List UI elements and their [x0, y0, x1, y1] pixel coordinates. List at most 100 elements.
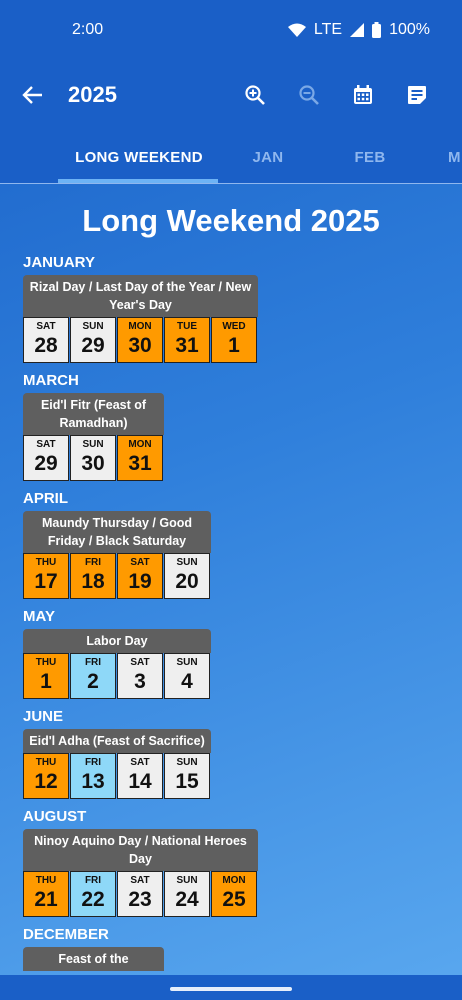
day-cell: FRI 13	[70, 753, 116, 799]
day-of-week: SUN	[176, 657, 198, 668]
day-cell: THU 21	[23, 871, 69, 917]
month-april: APRIL Maundy Thursday / Good Friday / Bl…	[23, 489, 462, 607]
holiday-label: Maundy Thursday / Good Friday / Black Sa…	[23, 511, 211, 553]
day-of-week: SUN	[82, 439, 104, 450]
day-cell: TUE 31	[164, 317, 210, 363]
day-of-week: FRI	[84, 875, 102, 886]
day-of-week: MON	[222, 875, 246, 886]
day-cell: FRI 18	[70, 553, 116, 599]
day-number: 19	[128, 570, 152, 593]
day-cell: MON 30	[117, 317, 163, 363]
calendar-button[interactable]	[336, 75, 390, 115]
status-time: 2:00	[72, 21, 104, 38]
month-august: AUGUST Ninoy Aquino Day / National Heroe…	[23, 807, 462, 925]
status-indicators: LTE 100%	[287, 21, 430, 39]
day-of-week: THU	[35, 875, 57, 886]
day-cell: SUN 29	[70, 317, 116, 363]
zoom-out-icon	[299, 85, 319, 105]
navigation-bar	[0, 975, 462, 1000]
back-button[interactable]	[18, 75, 48, 115]
day-of-week: FRI	[84, 557, 102, 568]
tab-jan[interactable]: JAN	[228, 130, 308, 183]
day-cell: SAT 14	[117, 753, 163, 799]
day-number: 4	[181, 670, 193, 693]
day-cell: SAT 28	[23, 317, 69, 363]
day-cell: SAT 29	[23, 435, 69, 481]
day-cell: SUN 24	[164, 871, 210, 917]
day-cell: FRI 2	[70, 653, 116, 699]
day-cell: SAT 19	[117, 553, 163, 599]
day-number: 23	[128, 888, 152, 911]
holiday-label: Rizal Day / Last Day of the Year / New Y…	[23, 275, 258, 317]
calendar-icon	[354, 85, 372, 104]
day-number: 30	[81, 452, 105, 475]
day-of-week: SAT	[36, 439, 56, 450]
tab-feb[interactable]: FEB	[330, 130, 410, 183]
day-number: 21	[34, 888, 58, 911]
network-label: LTE	[313, 21, 343, 38]
day-number: 28	[34, 334, 58, 357]
zoom-in-button[interactable]	[228, 75, 282, 115]
day-number: 2	[87, 670, 99, 693]
day-of-week: SAT	[130, 875, 150, 886]
day-of-week: MON	[128, 439, 152, 450]
day-of-week: THU	[35, 657, 57, 668]
signal-icon	[350, 23, 365, 37]
day-of-week: SAT	[130, 557, 150, 568]
month-label: MAY	[23, 608, 55, 625]
day-row: THU 17 FRI 18 SAT 19 SUN 20	[23, 553, 462, 599]
day-cell: WED 1	[211, 317, 257, 363]
day-of-week: MON	[128, 321, 152, 332]
home-gesture-handle[interactable]	[170, 987, 292, 991]
day-cell: SUN 30	[70, 435, 116, 481]
day-of-week: SAT	[130, 657, 150, 668]
month-may: MAY Labor Day THU 1 FRI 2 SAT 3 SUN 4	[23, 607, 462, 707]
day-row: THU 21 FRI 22 SAT 23 SUN 24 MON 25	[23, 871, 462, 917]
day-cell: FRI 22	[70, 871, 116, 917]
month-label: JANUARY	[23, 254, 95, 271]
month-january: JANUARY Rizal Day / Last Day of the Year…	[23, 253, 462, 371]
page-title: 2025	[68, 82, 117, 107]
month-label: MARCH	[23, 372, 79, 389]
notes-button[interactable]	[390, 75, 444, 115]
tab-long-weekend[interactable]: LONG WEEKEND	[60, 130, 218, 183]
battery-icon	[372, 22, 382, 38]
day-of-week: SUN	[82, 321, 104, 332]
app-toolbar: 2025	[0, 60, 462, 130]
day-of-week: SUN	[176, 875, 198, 886]
status-bar: 2:00 LTE 100%	[0, 0, 462, 60]
day-of-week: FRI	[84, 657, 102, 668]
note-icon	[408, 86, 426, 104]
holiday-label: Labor Day	[23, 629, 211, 653]
zoom-in-icon	[245, 85, 265, 105]
day-number: 13	[81, 770, 105, 793]
day-cell: SAT 23	[117, 871, 163, 917]
day-number: 29	[34, 452, 58, 475]
day-number: 30	[128, 334, 152, 357]
day-of-week: THU	[35, 757, 57, 768]
page-heading: Long Weekend 2025	[82, 203, 380, 238]
day-number: 1	[228, 334, 240, 357]
month-label: JUNE	[23, 708, 64, 725]
day-number: 14	[128, 770, 152, 793]
day-of-week: FRI	[84, 757, 102, 768]
day-number: 17	[34, 570, 58, 593]
holiday-label: Feast of the	[23, 947, 164, 971]
day-number: 24	[175, 888, 199, 911]
day-cell: THU 17	[23, 553, 69, 599]
day-cell: THU 1	[23, 653, 69, 699]
day-number: 20	[175, 570, 199, 593]
tab-indicator	[58, 179, 218, 183]
day-row: SAT 29 SUN 30 MON 31	[23, 435, 462, 481]
arrow-left-icon	[22, 86, 42, 104]
day-cell: SUN 4	[164, 653, 210, 699]
zoom-out-button[interactable]	[282, 75, 336, 115]
day-of-week: SUN	[176, 757, 198, 768]
long-weekend-list[interactable]: Long Weekend 2025 JANUARY Rizal Day / La…	[0, 185, 462, 975]
day-row: SAT 28 SUN 29 MON 30 TUE 31 WED 1	[23, 317, 462, 363]
month-label: DECEMBER	[23, 926, 109, 943]
day-number: 31	[175, 334, 199, 357]
tab-mar[interactable]: M	[448, 130, 462, 183]
day-cell: SUN 20	[164, 553, 210, 599]
day-cell: THU 12	[23, 753, 69, 799]
